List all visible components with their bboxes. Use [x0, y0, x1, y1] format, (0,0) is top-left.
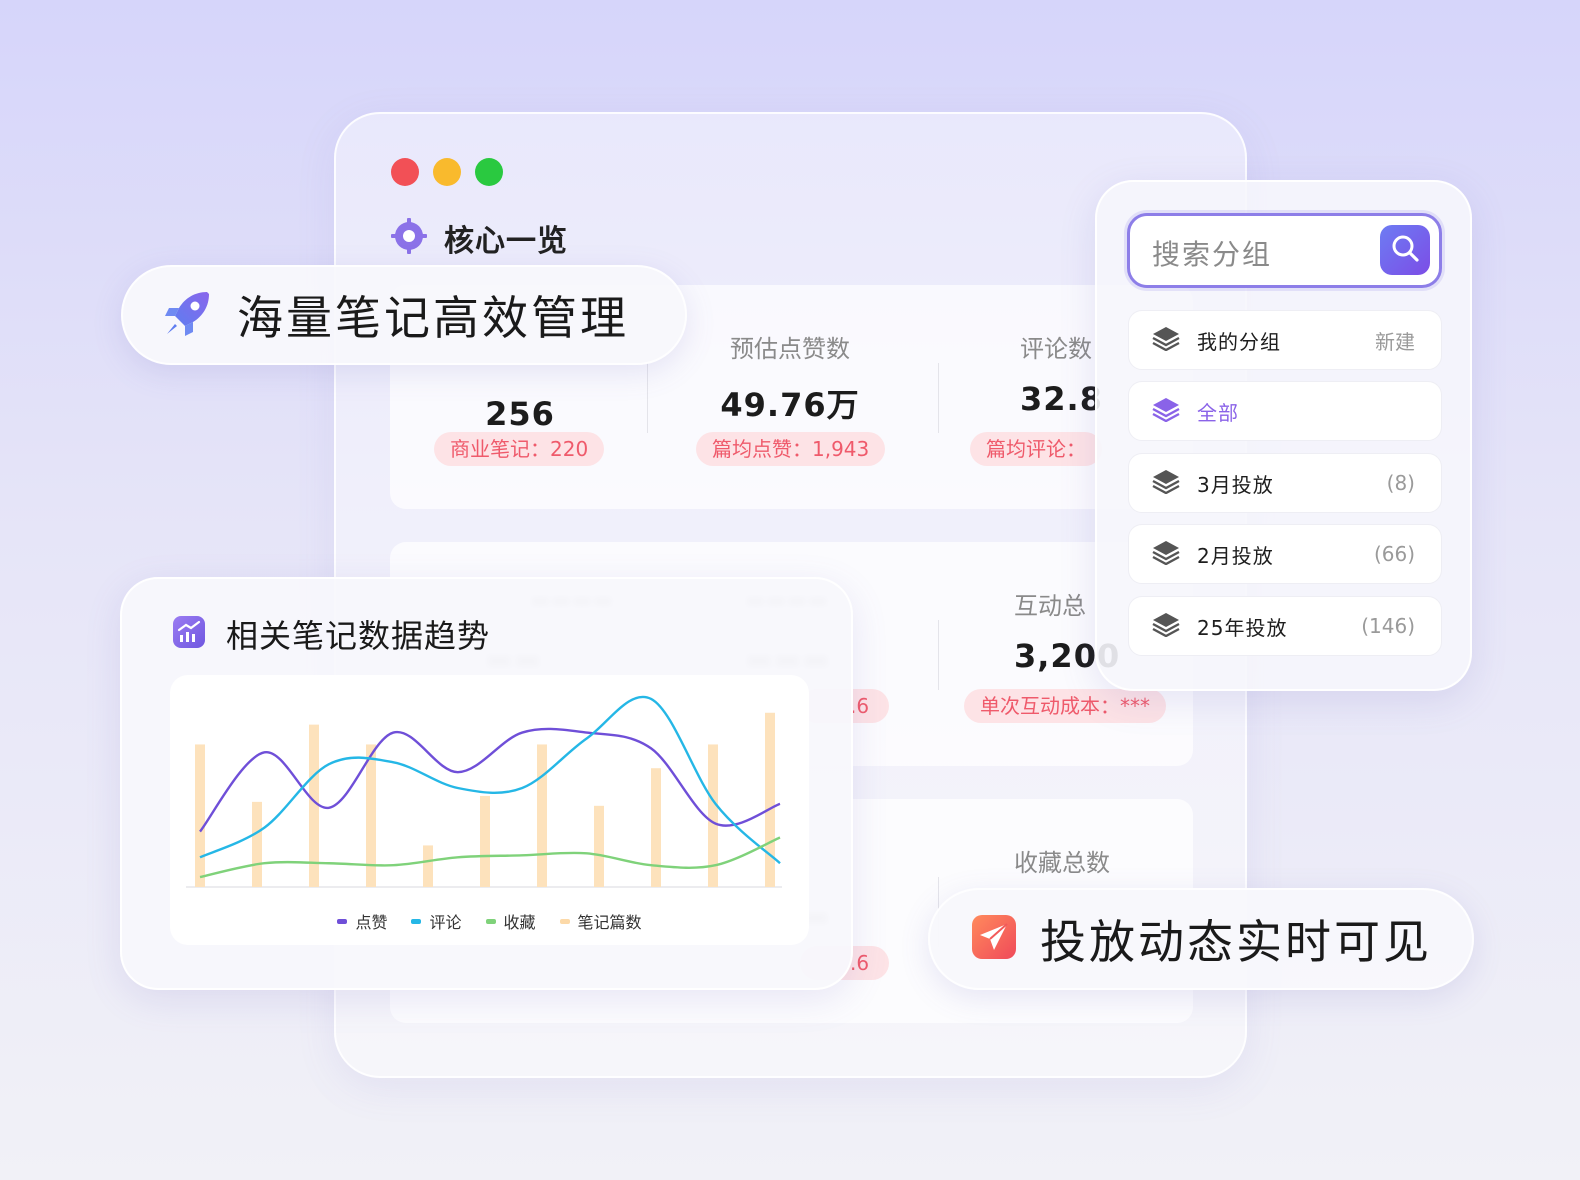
bar-note-count	[537, 744, 547, 887]
legend-item[interactable]: 评论	[411, 909, 462, 933]
legend-label: 收藏	[503, 913, 536, 932]
window-close-button[interactable]	[391, 158, 419, 186]
layers-icon	[1151, 325, 1181, 355]
chart-legend: 点赞 评论 收藏 笔记篇数	[170, 909, 809, 933]
stat-notes: 256	[460, 379, 580, 433]
stat-likes-title: 预估点赞数	[730, 335, 850, 363]
layers-icon	[1151, 468, 1181, 498]
legend-label: 笔记篇数	[577, 913, 642, 932]
layers-icon	[1151, 611, 1181, 641]
layers-icon	[1151, 396, 1181, 426]
divider	[938, 620, 939, 690]
legend-swatch	[411, 918, 422, 924]
stat-comments-title: 评论数	[1020, 335, 1092, 363]
feature-badge-notes: 海量笔记高效管理	[121, 265, 687, 365]
legend-item[interactable]: 笔记篇数	[559, 909, 642, 933]
legend-swatch	[485, 918, 496, 924]
search-icon	[1390, 233, 1420, 267]
trend-chart-card: 相关笔记数据趋势 点赞 评论 收藏 笔记篇数	[120, 577, 853, 990]
stat-notes-value: 256	[485, 395, 555, 433]
rocket-icon	[161, 286, 215, 344]
new-group-button[interactable]: 新建	[1375, 326, 1415, 355]
legend-swatch	[559, 918, 570, 924]
group-panel: 搜索分组 我的分组 新建 全部 3月投放 (8) 2月投放 (66) 25年投放…	[1095, 180, 1472, 691]
core-overview-title: 核心一览	[444, 224, 568, 259]
stat-comments-tag: 篇均评论：	[970, 432, 1102, 466]
legend-item[interactable]: 点赞	[337, 909, 387, 933]
group-item-count: (66)	[1373, 542, 1415, 566]
group-item-label: 3月投放	[1197, 472, 1274, 497]
stat-favorites: 收藏总数	[1014, 843, 1110, 878]
stat-comments-value: 32.8	[1020, 380, 1103, 418]
stat-favorites-title: 收藏总数	[1014, 849, 1110, 877]
feature-badge-realtime-text: 投放动态实时可见	[1040, 915, 1432, 969]
core-overview-header: 核心一览	[390, 216, 568, 260]
bar-note-count	[765, 712, 775, 887]
group-item-count: (146)	[1361, 614, 1415, 638]
trend-chart-title: 相关笔记数据趋势	[226, 617, 491, 655]
group-item-label: 25年投放	[1197, 615, 1288, 640]
legend-label: 评论	[429, 913, 462, 932]
group-item-february[interactable]: 2月投放 (66)	[1128, 524, 1442, 584]
stat-notes-tag: 商业笔记：220	[434, 432, 605, 466]
stat-likes-tag: 篇均点赞：1,943	[696, 432, 886, 466]
bar-note-count	[195, 744, 205, 887]
window-minimize-button[interactable]	[433, 158, 461, 186]
bar-note-count	[651, 768, 661, 887]
group-item-march[interactable]: 3月投放 (8)	[1128, 453, 1442, 513]
my-groups-header: 我的分组 新建	[1128, 310, 1442, 370]
feature-badge-notes-text: 海量笔记高效管理	[237, 291, 629, 345]
stat-comments: 评论数 32.8	[1020, 329, 1103, 418]
feature-badge-realtime: 投放动态实时可见	[928, 888, 1474, 990]
layers-icon	[1151, 539, 1181, 569]
group-item-label: 全部	[1197, 400, 1239, 425]
stat-likes: 预估点赞数 49.76万	[710, 329, 870, 426]
group-item-2025[interactable]: 25年投放 (146)	[1128, 596, 1442, 656]
legend-swatch	[337, 918, 348, 924]
trend-chart-area: 点赞 评论 收藏 笔记篇数	[170, 675, 809, 945]
stat-interactions-tag: 单次互动成本：***	[964, 689, 1166, 723]
divider	[647, 363, 648, 433]
trend-chart	[186, 695, 782, 888]
legend-item[interactable]: 收藏	[485, 909, 536, 933]
group-item-all[interactable]: 全部	[1128, 381, 1442, 441]
trend-chart-icon	[172, 615, 206, 653]
window-maximize-button[interactable]	[475, 158, 503, 186]
trend-chart-header: 相关笔记数据趋势	[172, 611, 490, 657]
divider	[938, 363, 939, 433]
search-button[interactable]	[1380, 225, 1430, 275]
my-groups-label: 我的分组	[1197, 329, 1281, 354]
paper-plane-icon	[970, 913, 1018, 965]
group-item-count: (8)	[1386, 471, 1415, 495]
bar-note-count	[252, 801, 262, 887]
bar-note-count	[480, 795, 490, 887]
legend-label: 点赞	[355, 913, 388, 932]
bar-note-count	[594, 805, 604, 887]
group-search-box[interactable]: 搜索分组	[1127, 213, 1442, 288]
group-item-label: 2月投放	[1197, 543, 1274, 568]
bar-note-count	[423, 845, 433, 887]
target-icon	[390, 217, 428, 259]
group-search-input[interactable]: 搜索分组	[1152, 233, 1272, 273]
stat-likes-value: 49.76万	[720, 386, 860, 424]
